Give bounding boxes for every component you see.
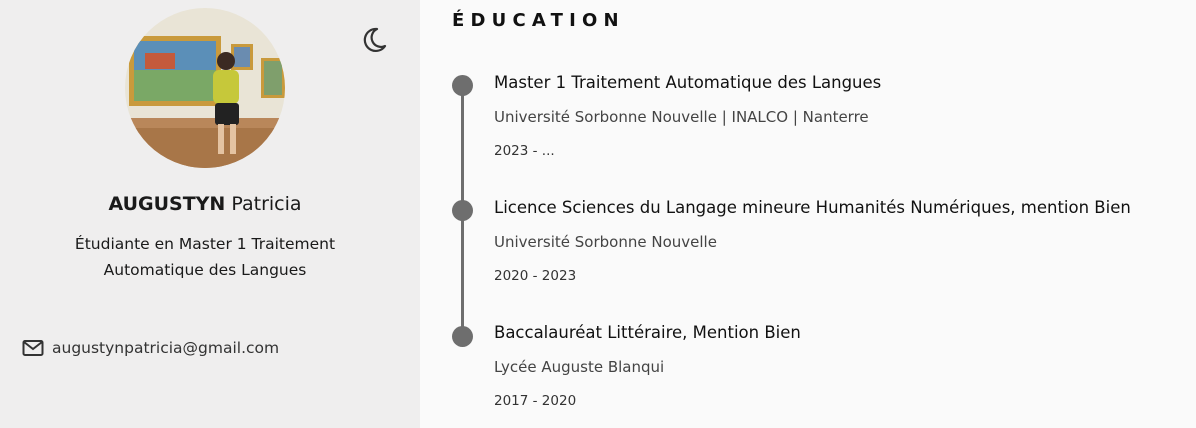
profile-subtitle: Étudiante en Master 1 Traitement Automat… (74, 235, 336, 279)
entry-school: Université Sorbonne Nouvelle | INALCO | … (494, 108, 869, 126)
entry-title: Licence Sciences du Langage mineure Huma… (494, 198, 1131, 217)
entry-years: 2020 - 2023 (494, 268, 577, 284)
mail-icon (22, 340, 44, 356)
email-contact[interactable]: augustynpatricia@gmail.com (22, 337, 279, 359)
avatar (125, 8, 285, 168)
email-link[interactable]: augustynpatricia@gmail.com (52, 339, 279, 357)
timeline-dot (452, 326, 473, 347)
entry-years: 2017 - 2020 (494, 393, 577, 409)
timeline-dot (452, 200, 473, 221)
entry-title: Baccalauréat Littéraire, Mention Bien (494, 323, 801, 342)
entry-school: Lycée Auguste Blanqui (494, 358, 665, 376)
theme-toggle-moon-icon[interactable] (357, 24, 389, 56)
first-name: Patricia (231, 193, 302, 215)
entry-school: Université Sorbonne Nouvelle (494, 233, 717, 251)
last-name: AUGUSTYN (108, 193, 226, 215)
entry-years: 2023 - ... (494, 143, 555, 159)
education-entry: Licence Sciences du Langage mineure Huma… (494, 197, 1131, 285)
entry-title: Master 1 Traitement Automatique des Lang… (494, 73, 882, 92)
education-entry: Baccalauréat Littéraire, Mention Bien Ly… (494, 322, 801, 410)
education-entry: Master 1 Traitement Automatique des Lang… (494, 72, 881, 160)
timeline-dot (452, 75, 473, 96)
profile-name: AUGUSTYN Patricia (0, 192, 410, 216)
section-title-education: ÉDUCATION (452, 10, 625, 31)
profile-sidebar: AUGUSTYN Patricia Étudiante en Master 1 … (0, 0, 420, 428)
